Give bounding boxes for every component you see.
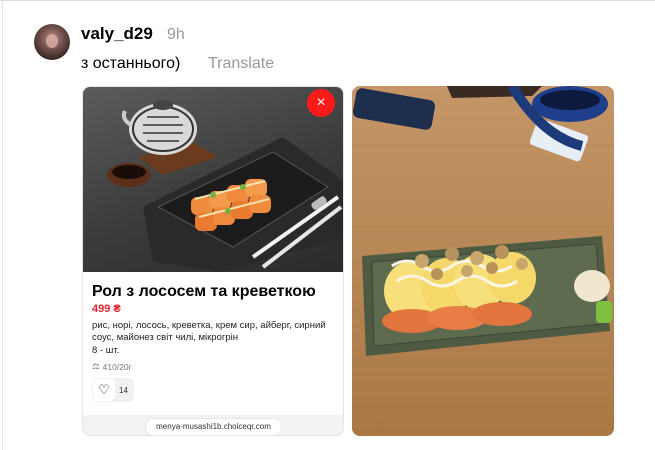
left-divider <box>2 0 3 450</box>
post-time[interactable]: 9h <box>167 26 185 44</box>
dish-weight: ⚖ 410/20г <box>92 361 132 372</box>
post-text: з останнього) <box>81 55 181 72</box>
post-image-dish[interactable] <box>352 86 614 436</box>
username[interactable]: valy_d29 <box>81 24 153 44</box>
post-image-menu[interactable]: × Рол з лососем та креветкою 499 ₴ рис, … <box>82 86 344 436</box>
like-count: 14 <box>119 385 128 395</box>
close-icon[interactable]: × <box>307 89 335 117</box>
top-divider <box>0 0 655 1</box>
sushi-photo-illustration <box>107 100 343 272</box>
scale-icon: ⚖ <box>92 361 100 371</box>
dish-photo-illustration <box>352 86 614 436</box>
food-photo <box>83 87 343 272</box>
dish-weight-value: 410/20г <box>102 361 132 372</box>
dish-ingredients: рис, норі, лосось, креветка, крем сир, а… <box>92 320 326 343</box>
dish-price: 499 ₴ <box>92 303 121 315</box>
like-control[interactable]: ♡ 14 <box>92 378 134 402</box>
dish-title: Рол з лососем та креветкою <box>92 283 316 300</box>
heart-icon[interactable]: ♡ <box>93 379 115 401</box>
avatar[interactable] <box>34 24 70 60</box>
url-chip[interactable]: menya-musashi1b.choiceqr.com <box>145 418 282 435</box>
translate-button[interactable]: Translate <box>208 55 274 73</box>
dish-quantity: 8 - шт. <box>92 345 120 356</box>
